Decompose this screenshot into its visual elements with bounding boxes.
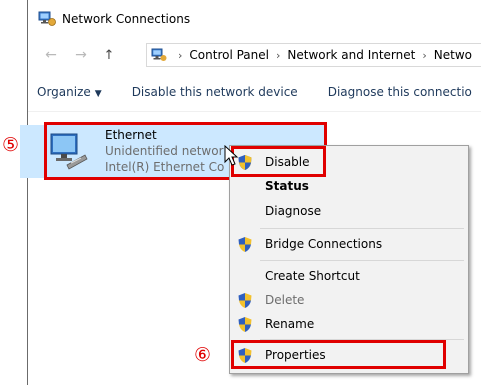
window-title: Network Connections — [62, 12, 191, 26]
address-bar[interactable]: › Control Panel › Network and Internet ›… — [146, 43, 481, 67]
menu-label: Bridge Connections — [265, 237, 383, 251]
breadcrumb-separator: › — [275, 48, 281, 62]
menu-item-disable[interactable]: Disable — [230, 150, 468, 174]
menu-label: Status — [265, 179, 309, 193]
mouse-pointer-icon — [224, 144, 240, 167]
uac-shield-icon — [237, 347, 253, 364]
step-6-callout: ⑥ — [194, 344, 212, 366]
menu-item-diagnose[interactable]: Diagnose — [230, 199, 468, 223]
breadcrumb-separator: › — [422, 48, 427, 62]
breadcrumb-network-and-internet[interactable]: Network and Internet — [287, 48, 415, 62]
context-menu: Disable Status Diagnose Bridge Connectio… — [229, 145, 469, 374]
up-arrow-icon[interactable]: ↑ — [98, 44, 120, 66]
ethernet-adapter-icon — [47, 131, 89, 171]
chevron-down-icon: ▼ — [94, 88, 102, 99]
step-5-callout: ⑤ — [2, 134, 20, 156]
control-panel-icon — [151, 48, 167, 62]
menu-label: Delete — [265, 293, 305, 307]
menu-label: Create Shortcut — [265, 269, 360, 283]
menu-item-create-shortcut[interactable]: Create Shortcut — [230, 264, 468, 288]
organize-label: Organize — [37, 84, 91, 99]
menu-separator — [260, 339, 464, 340]
diagnose-connection-button[interactable]: Diagnose this connectio — [328, 85, 472, 99]
menu-item-bridge-connections[interactable]: Bridge Connections — [230, 232, 468, 256]
disable-device-button[interactable]: Disable this network device — [132, 85, 298, 99]
title-bar: Network Connections — [28, 0, 481, 38]
menu-separator — [260, 228, 464, 229]
uac-shield-icon — [237, 316, 253, 333]
breadcrumb-network-connections[interactable]: Netwo — [434, 48, 472, 62]
breadcrumb-control-panel[interactable]: Control Panel — [189, 48, 269, 62]
adapter-device-name: Intel(R) Ethernet Co — [105, 160, 225, 174]
breadcrumb-separator: › — [178, 48, 183, 62]
adapter-name: Ethernet — [105, 128, 157, 142]
menu-label: Rename — [265, 317, 315, 331]
menu-item-status[interactable]: Status — [230, 174, 468, 198]
forward-arrow-icon[interactable]: → — [70, 44, 92, 66]
menu-label: Diagnose — [265, 204, 322, 218]
navigation-bar: ← → ↑ › Control Panel › Network and Inte… — [28, 38, 481, 72]
menu-separator — [260, 260, 464, 261]
network-connections-icon — [38, 11, 56, 27]
organize-button[interactable]: Organize ▼ — [37, 85, 102, 99]
uac-shield-icon — [237, 236, 253, 253]
menu-label: Properties — [265, 348, 326, 362]
menu-item-properties[interactable]: Properties — [230, 343, 468, 367]
menu-item-delete: Delete — [230, 288, 468, 312]
back-arrow-icon[interactable]: ← — [40, 44, 62, 66]
uac-shield-icon — [237, 292, 253, 309]
adapter-status: Unidentified networ — [105, 144, 224, 158]
command-toolbar: Organize ▼ Disable this network device Di… — [28, 72, 481, 112]
menu-label: Disable — [265, 155, 310, 169]
menu-item-rename[interactable]: Rename — [230, 312, 468, 336]
